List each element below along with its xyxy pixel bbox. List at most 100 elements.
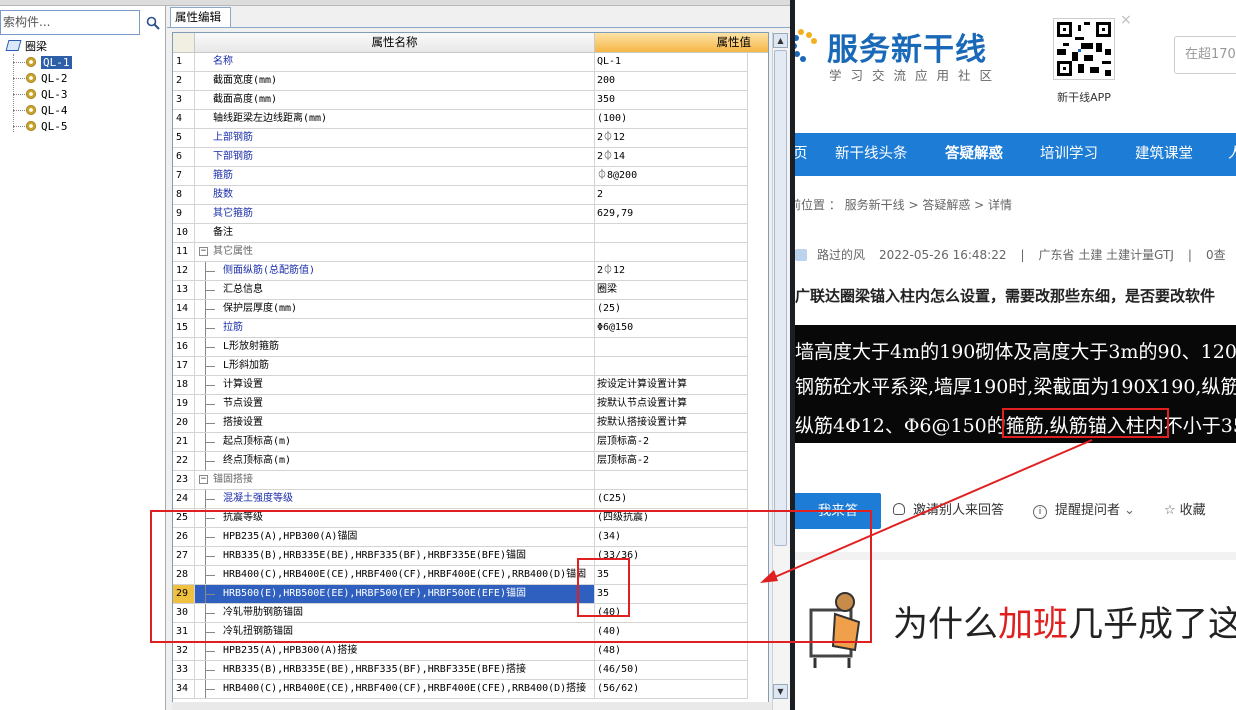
property-value-cell[interactable]: (100) (595, 110, 748, 129)
property-name-cell[interactable]: 肢数 (195, 186, 595, 205)
property-name-cell[interactable]: HRB335(B),HRB335E(BE),HRBF335(BF),HRBF33… (195, 547, 595, 566)
property-name-cell[interactable]: 计算设置 (195, 376, 595, 395)
property-row[interactable]: 12 侧面纵筋(总配筋值) 2⏀12 (173, 262, 748, 281)
property-row[interactable]: 26 HPB235(A),HPB300(A)锚固 (34) (173, 528, 748, 547)
property-name-cell[interactable]: 抗震等级 (195, 509, 595, 528)
property-row[interactable]: 7 箍筋 ⏀8@200 (173, 167, 748, 186)
tree-root-ringbeam[interactable]: 圈梁 (4, 39, 47, 54)
header-property-name[interactable]: 属性名称 (195, 33, 595, 53)
property-row[interactable]: 34 HRB400(C),HRB400E(CE),HRBF400(CF),HRBF… (173, 680, 748, 699)
property-value-cell[interactable]: (40) (595, 623, 748, 642)
property-value-cell[interactable]: (C25) (595, 490, 748, 509)
property-value-cell[interactable]: ⏀8@200 (595, 167, 748, 186)
scroll-up-icon[interactable]: ▲ (773, 33, 788, 48)
property-row[interactable]: 30 冷轧带肋钢筋锚固 (40) (173, 604, 748, 623)
property-value-cell[interactable]: 按默认节点设置计算 (595, 395, 748, 414)
site-search-input[interactable]: 在超170 (1174, 36, 1236, 74)
property-row[interactable]: 11− 其它属性 (173, 243, 748, 262)
collapse-toggle-icon[interactable]: − (199, 247, 208, 256)
qr-close-icon[interactable]: × (1120, 12, 1132, 28)
property-row[interactable]: 28 HRB400(C),HRB400E(CE),HRBF400(CF),HRBF… (173, 566, 748, 585)
property-value-cell[interactable]: 按设定计算设置计算 (595, 376, 748, 395)
property-value-cell[interactable]: (40) (595, 604, 748, 623)
property-value-cell[interactable]: (46/50) (595, 661, 748, 680)
property-name-cell[interactable]: − 锚固搭接 (195, 471, 595, 490)
property-row[interactable]: 17 L形斜加筋 (173, 357, 748, 376)
nav-item-training[interactable]: 培训学习 (1040, 133, 1098, 175)
property-row[interactable]: 21 起点顶标高(m) 层顶标高-2 (173, 433, 748, 452)
site-logo[interactable]: 服务新干线 学习交流应用社区 (795, 20, 1005, 90)
tree-item-ql1[interactable]: QL-1 (26, 55, 72, 70)
question-attachment-image[interactable]: 墙高度大于4m的190砌体及高度大于3m的90、120砌体,需在墙半 钢筋砼水平… (795, 325, 1236, 443)
property-name-cell[interactable]: HRB400(C),HRB400E(CE),HRBF400(CF),HRBF40… (195, 680, 595, 699)
property-name-cell[interactable]: 冷轧扭钢筋锚固 (195, 623, 595, 642)
property-name-cell[interactable]: − 其它属性 (195, 243, 595, 262)
property-name-cell[interactable]: 名称 (195, 53, 595, 72)
property-value-cell[interactable]: (34) (595, 528, 748, 547)
property-row[interactable]: 15 拉筋 Φ6@150 (173, 319, 748, 338)
property-name-cell[interactable]: 混凝土强度等级 (195, 490, 595, 509)
property-name-cell[interactable]: HPB235(A),HPB300(A)锚固 (195, 528, 595, 547)
nav-item-home[interactable]: 页 (795, 133, 808, 175)
property-value-cell[interactable]: 200 (595, 72, 748, 91)
property-name-cell[interactable]: 其它箍筋 (195, 205, 595, 224)
property-value-cell[interactable] (595, 224, 748, 243)
property-name-cell[interactable]: 上部钢筋 (195, 129, 595, 148)
property-value-cell[interactable]: (25) (595, 300, 748, 319)
property-value-cell[interactable]: 35 (595, 566, 748, 585)
property-value-cell[interactable]: 2⏀12 (595, 129, 748, 148)
property-name-cell[interactable]: 节点设置 (195, 395, 595, 414)
invite-answer-button[interactable]: 邀请别人来回答 (893, 502, 1004, 520)
horizontal-scrollbar[interactable] (172, 702, 772, 710)
property-value-cell[interactable]: 层顶标高-2 (595, 433, 748, 452)
property-row[interactable]: 16 L形放射箍筋 (173, 338, 748, 357)
remind-asker-button[interactable]: i 提醒提问者 ⌄ (1033, 502, 1135, 520)
property-row[interactable]: 18 计算设置 按设定计算设置计算 (173, 376, 748, 395)
header-property-value[interactable]: 属性值 (595, 33, 768, 53)
property-row[interactable]: 13 汇总信息 圈梁 (173, 281, 748, 300)
property-row[interactable]: 1 名称 QL-1 (173, 53, 748, 72)
property-name-cell[interactable]: 汇总信息 (195, 281, 595, 300)
property-row[interactable]: 24 混凝土强度等级 (C25) (173, 490, 748, 509)
property-row[interactable]: 32 HPB235(A),HPB300(A)搭接 (48) (173, 642, 748, 661)
property-name-cell[interactable]: 冷轧带肋钢筋锚固 (195, 604, 595, 623)
property-row[interactable]: 27 HRB335(B),HRB335E(BE),HRBF335(BF),HRBF… (173, 547, 748, 566)
property-row[interactable]: 22 终点顶标高(m) 层顶标高-2 (173, 452, 748, 471)
property-name-cell[interactable]: 拉筋 (195, 319, 595, 338)
property-name-cell[interactable]: 截面宽度(mm) (195, 72, 595, 91)
property-value-cell[interactable]: (四级抗震) (595, 509, 748, 528)
tree-item-ql2[interactable]: QL-2 (26, 71, 68, 86)
ad-banner[interactable]: 为什么加班几乎成了这 (795, 552, 1236, 710)
property-row[interactable]: 25 抗震等级 (四级抗震) (173, 509, 748, 528)
property-name-cell[interactable]: HPB235(A),HPB300(A)搭接 (195, 642, 595, 661)
answer-button[interactable]: 我来答 (795, 493, 881, 529)
nav-item-headlines[interactable]: 新干线头条 (835, 133, 908, 175)
scroll-down-icon[interactable]: ▼ (773, 684, 788, 699)
property-name-cell[interactable]: HRB335(B),HRB335E(BE),HRBF335(BF),HRBF33… (195, 661, 595, 680)
search-icon[interactable] (141, 10, 165, 35)
property-row[interactable]: 4 轴线距梁左边线距离(mm) (100) (173, 110, 748, 129)
property-row[interactable]: 8 肢数 2 (173, 186, 748, 205)
property-name-cell[interactable]: HRB500(E),HRB500E(EE),HRBF500(EF),HRBF50… (195, 585, 595, 604)
property-value-cell[interactable]: 629,79 (595, 205, 748, 224)
property-row[interactable]: 14 保护层厚度(mm) (25) (173, 300, 748, 319)
property-row[interactable]: 6 下部钢筋 2⏀14 (173, 148, 748, 167)
property-row[interactable]: 10 备注 (173, 224, 748, 243)
property-row[interactable]: 5 上部钢筋 2⏀12 (173, 129, 748, 148)
property-row[interactable]: 29 HRB500(E),HRB500E(EE),HRBF500(EF),HRBF… (173, 585, 748, 604)
property-row[interactable]: 2 截面宽度(mm) 200 (173, 72, 748, 91)
nav-item-classroom[interactable]: 建筑课堂 (1135, 133, 1193, 175)
property-value-cell[interactable]: QL-1 (595, 53, 748, 72)
property-value-cell[interactable]: 2 (595, 186, 748, 205)
tree-item-ql3[interactable]: QL-3 (26, 87, 68, 102)
tree-item-ql5[interactable]: QL-5 (26, 119, 68, 134)
property-value-cell[interactable]: 350 (595, 91, 748, 110)
property-name-cell[interactable]: 截面高度(mm) (195, 91, 595, 110)
component-search-input[interactable]: 索构件... (0, 10, 140, 35)
property-value-cell[interactable]: 35 (595, 585, 748, 604)
property-row[interactable]: 3 截面高度(mm) 350 (173, 91, 748, 110)
meta-user[interactable]: 路过的风 (817, 248, 865, 262)
property-value-cell[interactable]: Φ6@150 (595, 319, 748, 338)
property-value-cell[interactable]: 层顶标高-2 (595, 452, 748, 471)
property-row[interactable]: 19 节点设置 按默认节点设置计算 (173, 395, 748, 414)
